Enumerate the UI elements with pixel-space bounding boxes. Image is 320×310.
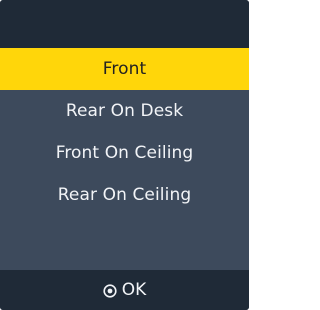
projection-menu: Front Rear On Desk Front On Ceiling Rear… <box>0 48 249 216</box>
select-circle-icon <box>103 283 117 298</box>
header-bar <box>0 0 249 48</box>
menu-item-rear-on-ceiling[interactable]: Rear On Ceiling <box>0 174 249 216</box>
footer-bar: OK <box>0 270 249 310</box>
ok-label[interactable]: OK <box>122 280 147 300</box>
menu-item-front-on-ceiling[interactable]: Front On Ceiling <box>0 132 249 174</box>
menu-item-rear-on-desk[interactable]: Rear On Desk <box>0 90 249 132</box>
projection-menu-panel: Front Rear On Desk Front On Ceiling Rear… <box>0 0 249 310</box>
menu-item-front[interactable]: Front <box>0 48 249 90</box>
